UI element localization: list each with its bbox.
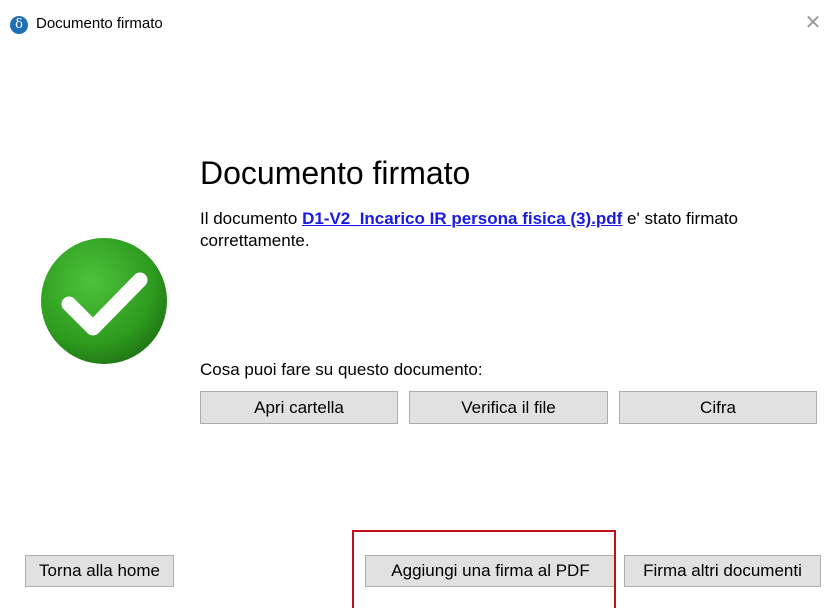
page-title: Documento firmato	[200, 155, 471, 191]
close-icon[interactable]: ✕	[796, 6, 830, 40]
window-left-border	[0, 46, 6, 586]
add-signature-button[interactable]: Aggiungi una firma al PDF	[365, 555, 616, 587]
app-logo-icon: δ	[10, 16, 28, 34]
verify-file-button[interactable]: Verifica il file	[409, 391, 608, 424]
open-folder-button[interactable]: Apri cartella	[200, 391, 398, 424]
back-to-home-button[interactable]: Torna alla home	[25, 555, 174, 587]
encrypt-button[interactable]: Cifra	[619, 391, 817, 424]
signed-document-window: δ Documento firmato ✕ Documento firmato …	[0, 0, 830, 608]
actions-label: Cosa puoi fare su questo documento:	[200, 360, 483, 379]
window-title: Documento firmato	[36, 15, 163, 32]
sign-other-documents-button[interactable]: Firma altri documenti	[624, 555, 821, 587]
message-prefix: Il documento	[200, 209, 303, 228]
document-link[interactable]: D1-V2_Incarico IR persona fisica (3).pdf	[302, 209, 622, 228]
title-bar[interactable]: δ Documento firmato ✕	[0, 0, 830, 46]
checkmark-success-icon	[41, 238, 167, 364]
signed-message: Il documento D1-V2_Incarico IR persona f…	[200, 208, 800, 252]
